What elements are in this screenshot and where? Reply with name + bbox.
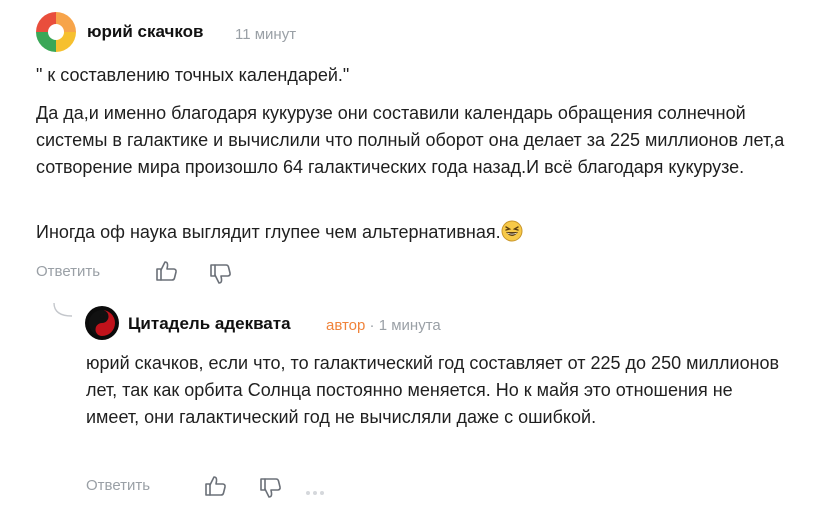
thumbs-down-icon[interactable] xyxy=(209,262,233,291)
comment-timestamp: 11 минут xyxy=(235,26,297,43)
thumbs-down-icon[interactable] xyxy=(259,476,283,505)
reply-author-name[interactable]: Цитадель адеквата xyxy=(128,314,291,334)
reply-meta: автор · 1 минута xyxy=(326,317,441,334)
avatar[interactable] xyxy=(36,12,76,52)
reply-thread-connector-icon xyxy=(52,302,74,325)
reply-paragraph-1: юрий скачков, если что, то галактический… xyxy=(86,353,780,427)
reply-timestamp: 1 минута xyxy=(378,317,441,334)
author-badge: автор xyxy=(326,317,366,334)
comment-paragraph-1: " к составлению точных календарей." xyxy=(36,65,350,85)
meta-separator: · xyxy=(369,317,375,334)
comment-author-name[interactable]: юрий скачков xyxy=(87,22,204,42)
thumbs-up-icon[interactable] xyxy=(204,474,228,503)
comment-paragraph-3: Иногда оф наука выглядит глупее чем альт… xyxy=(36,219,796,246)
yin-yang-avatar-icon xyxy=(85,306,119,340)
comment-reply-button[interactable]: Ответить xyxy=(36,263,100,280)
thumbs-up-icon[interactable] xyxy=(155,259,179,288)
reply-reply-button[interactable]: Ответить xyxy=(86,477,150,494)
avatar-image xyxy=(36,12,76,52)
avatar[interactable] xyxy=(85,306,119,340)
comment-paragraph-2: Да да,и именно благодаря кукурузе они со… xyxy=(36,103,785,177)
ellipsis-icon[interactable] xyxy=(305,483,325,501)
grinning-squinting-face-icon xyxy=(501,220,523,242)
comment-paragraph-3-text: Иногда оф наука выглядит глупее чем альт… xyxy=(36,222,501,242)
